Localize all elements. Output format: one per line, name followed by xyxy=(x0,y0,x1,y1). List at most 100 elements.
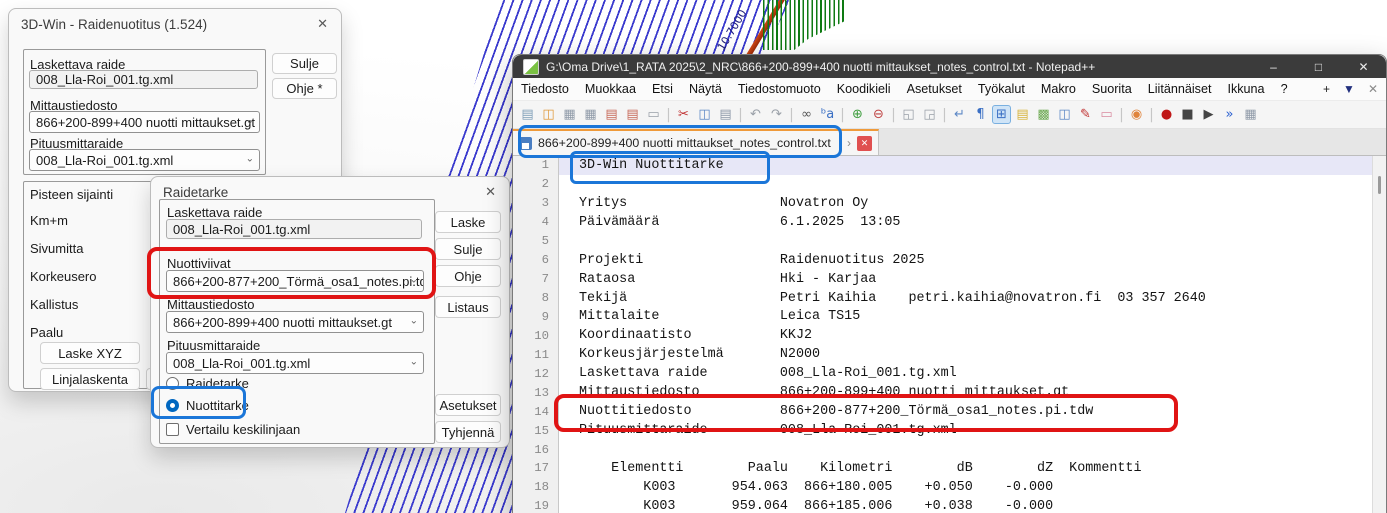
project-panel-icon[interactable]: ▩ xyxy=(1034,105,1053,124)
line-number: 17 xyxy=(513,459,559,478)
linjalaskenta-button[interactable]: Linjalaskenta xyxy=(40,368,140,390)
zoom-in-icon[interactable]: ⊕ xyxy=(848,105,867,124)
minimize-button[interactable]: – xyxy=(1251,55,1296,78)
redo-icon[interactable]: ↷ xyxy=(767,105,786,124)
menu-item[interactable]: Tiedostomuoto xyxy=(730,82,829,96)
menu-item[interactable]: Muokkaa xyxy=(577,82,644,96)
laske-button[interactable]: Laske xyxy=(435,211,501,233)
menu-item[interactable]: Suorita xyxy=(1084,82,1140,96)
tyhjenna-button[interactable]: Tyhjennä xyxy=(435,421,501,443)
show-symbols-icon[interactable]: ¶ xyxy=(971,105,990,124)
menu-item[interactable]: Koodikieli xyxy=(829,82,899,96)
editor-area[interactable]: 1 3D-Win Nuottitarke 2 3 Yritys Novatron… xyxy=(513,156,1386,513)
sulje-button[interactable]: Sulje xyxy=(272,53,337,74)
close-doc-x-icon[interactable]: ✕ xyxy=(1368,82,1378,96)
vertical-scrollbar[interactable] xyxy=(1372,156,1386,513)
nuottitarke-radio[interactable]: Nuottitarke xyxy=(166,398,249,413)
vertailu-checkbox[interactable]: Vertailu keskilinjaan xyxy=(166,422,300,437)
save-icon[interactable]: ▦ xyxy=(560,105,579,124)
new-doc-plus-icon[interactable]: + xyxy=(1323,82,1330,96)
vertailu-checkbox-label: Vertailu keskilinjaan xyxy=(186,422,300,437)
toolbar-separator[interactable]: | xyxy=(737,105,744,124)
editor-line: 3 Yritys Novatron Oy xyxy=(513,194,1372,213)
scrollbar-thumb[interactable] xyxy=(1378,176,1381,194)
nuottiviivat-value: 866+200-877+200_Törmä_osa1_notes.pi.tdw xyxy=(173,274,424,289)
new-file-icon[interactable]: ▤ xyxy=(518,105,537,124)
close-icon[interactable]: ✕ xyxy=(485,184,496,200)
toolbar-separator[interactable]: | xyxy=(941,105,948,124)
line-number: 4 xyxy=(513,213,559,232)
zoom-out-icon[interactable]: ⊖ xyxy=(869,105,888,124)
toolbar-separator[interactable]: | xyxy=(1148,105,1155,124)
menu-item[interactable]: Tiedosto xyxy=(513,82,577,96)
laske-xyz-button[interactable]: Laske XYZ xyxy=(40,342,140,364)
indent-guide-icon[interactable]: ⊞ xyxy=(992,105,1011,124)
print-icon[interactable]: ▭ xyxy=(644,105,663,124)
function-list-icon[interactable]: ✎ xyxy=(1076,105,1095,124)
editor-lines: 1 3D-Win Nuottitarke 2 3 Yritys Novatron… xyxy=(513,156,1372,513)
mittaustiedosto-combo[interactable]: 866+200-899+400 nuotti mittaukset.gt ⌄ xyxy=(166,311,424,333)
close-all-icon[interactable]: ▤ xyxy=(623,105,642,124)
play-macro-icon[interactable]: ▶ xyxy=(1199,105,1218,124)
tab-label: 866+200-899+400 nuotti mittaukset_notes_… xyxy=(538,136,841,150)
cut-icon[interactable]: ✂ xyxy=(674,105,693,124)
close-button[interactable]: ✕ xyxy=(1341,55,1386,78)
tab-close-icon[interactable]: ✕ xyxy=(857,136,872,151)
menu-item[interactable]: Makro xyxy=(1033,82,1084,96)
run-macro-multiple-icon[interactable]: » xyxy=(1220,105,1239,124)
doc-list-dropdown-icon[interactable]: ▼ xyxy=(1343,82,1355,96)
toolbar-separator[interactable]: | xyxy=(665,105,672,124)
line-number: 6 xyxy=(513,251,559,270)
editor-line: 18 K003 954.063 866+180.005 +0.050 -0.00… xyxy=(513,478,1372,497)
word-wrap-icon[interactable]: ↵ xyxy=(950,105,969,124)
asetukset-button[interactable]: Asetukset xyxy=(435,394,501,416)
tab-list-chevron-icon[interactable]: › xyxy=(847,136,851,150)
copy-icon[interactable]: ◫ xyxy=(695,105,714,124)
toolbar-separator[interactable]: | xyxy=(839,105,846,124)
restore-default-zoom-icon[interactable]: ◱ xyxy=(899,105,918,124)
close-doc-icon[interactable]: ▤ xyxy=(602,105,621,124)
open-folder-icon[interactable]: ◫ xyxy=(539,105,558,124)
menu-item[interactable]: Ikkuna xyxy=(1219,82,1272,96)
record-macro-icon[interactable]: ● xyxy=(1157,105,1176,124)
close-icon[interactable]: ✕ xyxy=(317,16,328,32)
toolbar-separator[interactable]: | xyxy=(1118,105,1125,124)
line-number: 8 xyxy=(513,289,559,308)
notepadpp-window: G:\Oma Drive\1_RATA 2025\2_NRC\866+200-8… xyxy=(512,54,1387,513)
menu-item[interactable]: Asetukset xyxy=(899,82,970,96)
find-icon[interactable]: ∞ xyxy=(797,105,816,124)
ohje-button[interactable]: Ohje * xyxy=(272,78,337,99)
tab-notes-control[interactable]: 866+200-899+400 nuotti mittaukset_notes_… xyxy=(513,129,879,155)
menu-item[interactable]: Etsi xyxy=(644,82,681,96)
toolbar-separator[interactable]: | xyxy=(788,105,795,124)
folder-as-workspace-icon[interactable]: ▭ xyxy=(1097,105,1116,124)
replace-icon[interactable]: ᵇa xyxy=(818,105,837,124)
sulje-button[interactable]: Sulje xyxy=(435,238,501,260)
doc-map-icon[interactable]: ◫ xyxy=(1055,105,1074,124)
stop-macro-icon[interactable]: ■ xyxy=(1178,105,1197,124)
menu-item[interactable]: Liitännäiset xyxy=(1140,82,1220,96)
ohje-button[interactable]: Ohje xyxy=(435,265,501,287)
titlebar[interactable]: G:\Oma Drive\1_RATA 2025\2_NRC\866+200-8… xyxy=(513,55,1386,78)
pituusmittaraide-combo[interactable]: 008_Lla-Roi_001.tg.xml ⌄ xyxy=(29,149,260,171)
menu-item[interactable]: Näytä xyxy=(681,82,730,96)
nuottiviivat-combo[interactable]: 866+200-877+200_Törmä_osa1_notes.pi.tdw … xyxy=(166,270,424,292)
menu-item[interactable]: Työkalut xyxy=(970,82,1033,96)
line-number: 19 xyxy=(513,497,559,513)
monitoring-icon[interactable]: ◉ xyxy=(1127,105,1146,124)
maximize-button[interactable]: □ xyxy=(1296,55,1341,78)
menu-item[interactable]: ? xyxy=(1273,82,1296,96)
undo-icon[interactable]: ↶ xyxy=(746,105,765,124)
restore-recent-icon[interactable]: ◲ xyxy=(920,105,939,124)
save-macro-icon[interactable]: ▦ xyxy=(1241,105,1260,124)
listaus-button[interactable]: Listaus xyxy=(435,296,501,318)
pituusmittaraide-combo[interactable]: 008_Lla-Roi_001.tg.xml ⌄ xyxy=(166,352,424,374)
line-text: K003 959.064 866+185.006 +0.038 -0.000 xyxy=(559,499,1372,513)
raidetarke-radio[interactable]: Raidetarke xyxy=(166,376,249,391)
line-text: Yritys Novatron Oy xyxy=(559,196,1372,211)
doc-switcher-icon[interactable]: ▤ xyxy=(1013,105,1032,124)
paste-icon[interactable]: ▤ xyxy=(716,105,735,124)
save-all-icon[interactable]: ▦ xyxy=(581,105,600,124)
toolbar-separator[interactable]: | xyxy=(890,105,897,124)
mittaustiedosto-combo[interactable]: 866+200-899+400 nuotti mittaukset.gt ⌄ xyxy=(29,111,260,133)
